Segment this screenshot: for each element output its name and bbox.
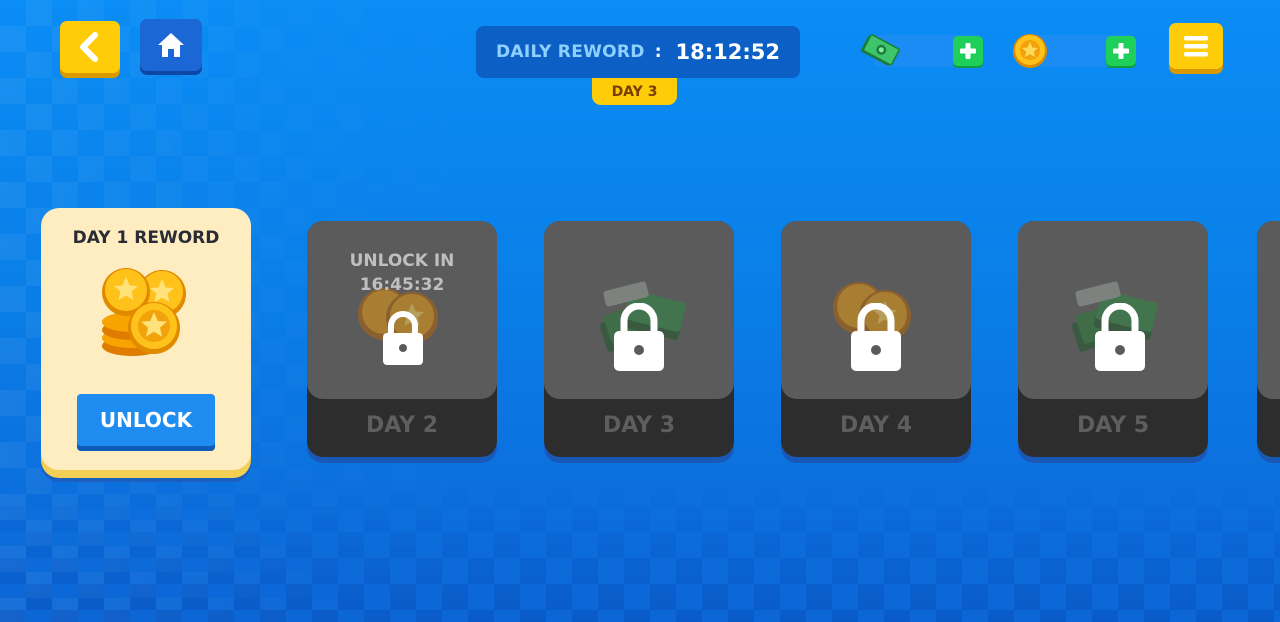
reward-card-day-2[interactable]: UNLOCK IN 16:45:32 DAY 2 — [307, 221, 497, 457]
unlock-countdown-time: 16:45:32 — [359, 275, 445, 295]
reward-card-day-label: DAY 5 — [1076, 413, 1150, 438]
reward-card-day-label: DAY 3 — [602, 413, 676, 438]
daily-reward-separator: : — [654, 42, 662, 62]
menu-button[interactable] — [1169, 23, 1223, 69]
lock-icon — [614, 303, 664, 371]
reward-card-day-1: DAY 1 REWORD UNLOCK — [41, 208, 251, 470]
reward-card-top — [544, 221, 734, 399]
add-cash-button[interactable] — [953, 36, 983, 66]
reward-card-day-label: DAY 2 — [365, 413, 439, 438]
current-day-tab: DAY 3 — [592, 78, 677, 105]
reward-card-top — [1018, 221, 1208, 399]
home-button[interactable] — [140, 19, 202, 71]
lock-icon — [851, 303, 901, 371]
unlock-countdown: UNLOCK IN 16:45:32 — [307, 249, 497, 297]
lock-icon — [1095, 303, 1145, 371]
reward-card-top: UNLOCK IN 16:45:32 — [307, 221, 497, 399]
add-coins-button[interactable] — [1106, 36, 1136, 66]
chevron-left-icon — [80, 32, 98, 62]
daily-reward-timer-panel: DAILY REWORD : 18:12:52 — [476, 26, 800, 78]
unlock-button[interactable]: UNLOCK — [77, 394, 215, 446]
reward-card-day-6-partial[interactable] — [1257, 221, 1280, 457]
menu-icon — [1184, 36, 1208, 57]
background-pattern-bottom — [0, 480, 1280, 622]
home-icon — [158, 33, 184, 57]
reward-card-day-4[interactable]: DAY 4 — [781, 221, 971, 457]
reward-card-day-label: DAY 4 — [839, 413, 913, 438]
plus-icon — [1113, 43, 1129, 59]
reward-card-top — [1257, 221, 1280, 399]
reward-card-day-5[interactable]: DAY 5 — [1018, 221, 1208, 457]
plus-icon — [960, 43, 976, 59]
daily-reward-countdown: 18:12:52 — [675, 40, 780, 64]
coin-stack-icon — [102, 268, 186, 356]
daily-reward-label: DAILY REWORD — [496, 42, 645, 62]
coin-icon — [1013, 34, 1047, 68]
unlock-countdown-label: UNLOCK IN — [349, 251, 455, 271]
reward-card-top — [781, 221, 971, 399]
reward-card-title: DAY 1 REWORD — [72, 228, 220, 248]
back-button[interactable] — [60, 21, 120, 73]
lock-icon — [383, 311, 423, 365]
reward-card-day-3[interactable]: DAY 3 — [544, 221, 734, 457]
cash-icon — [860, 34, 900, 66]
